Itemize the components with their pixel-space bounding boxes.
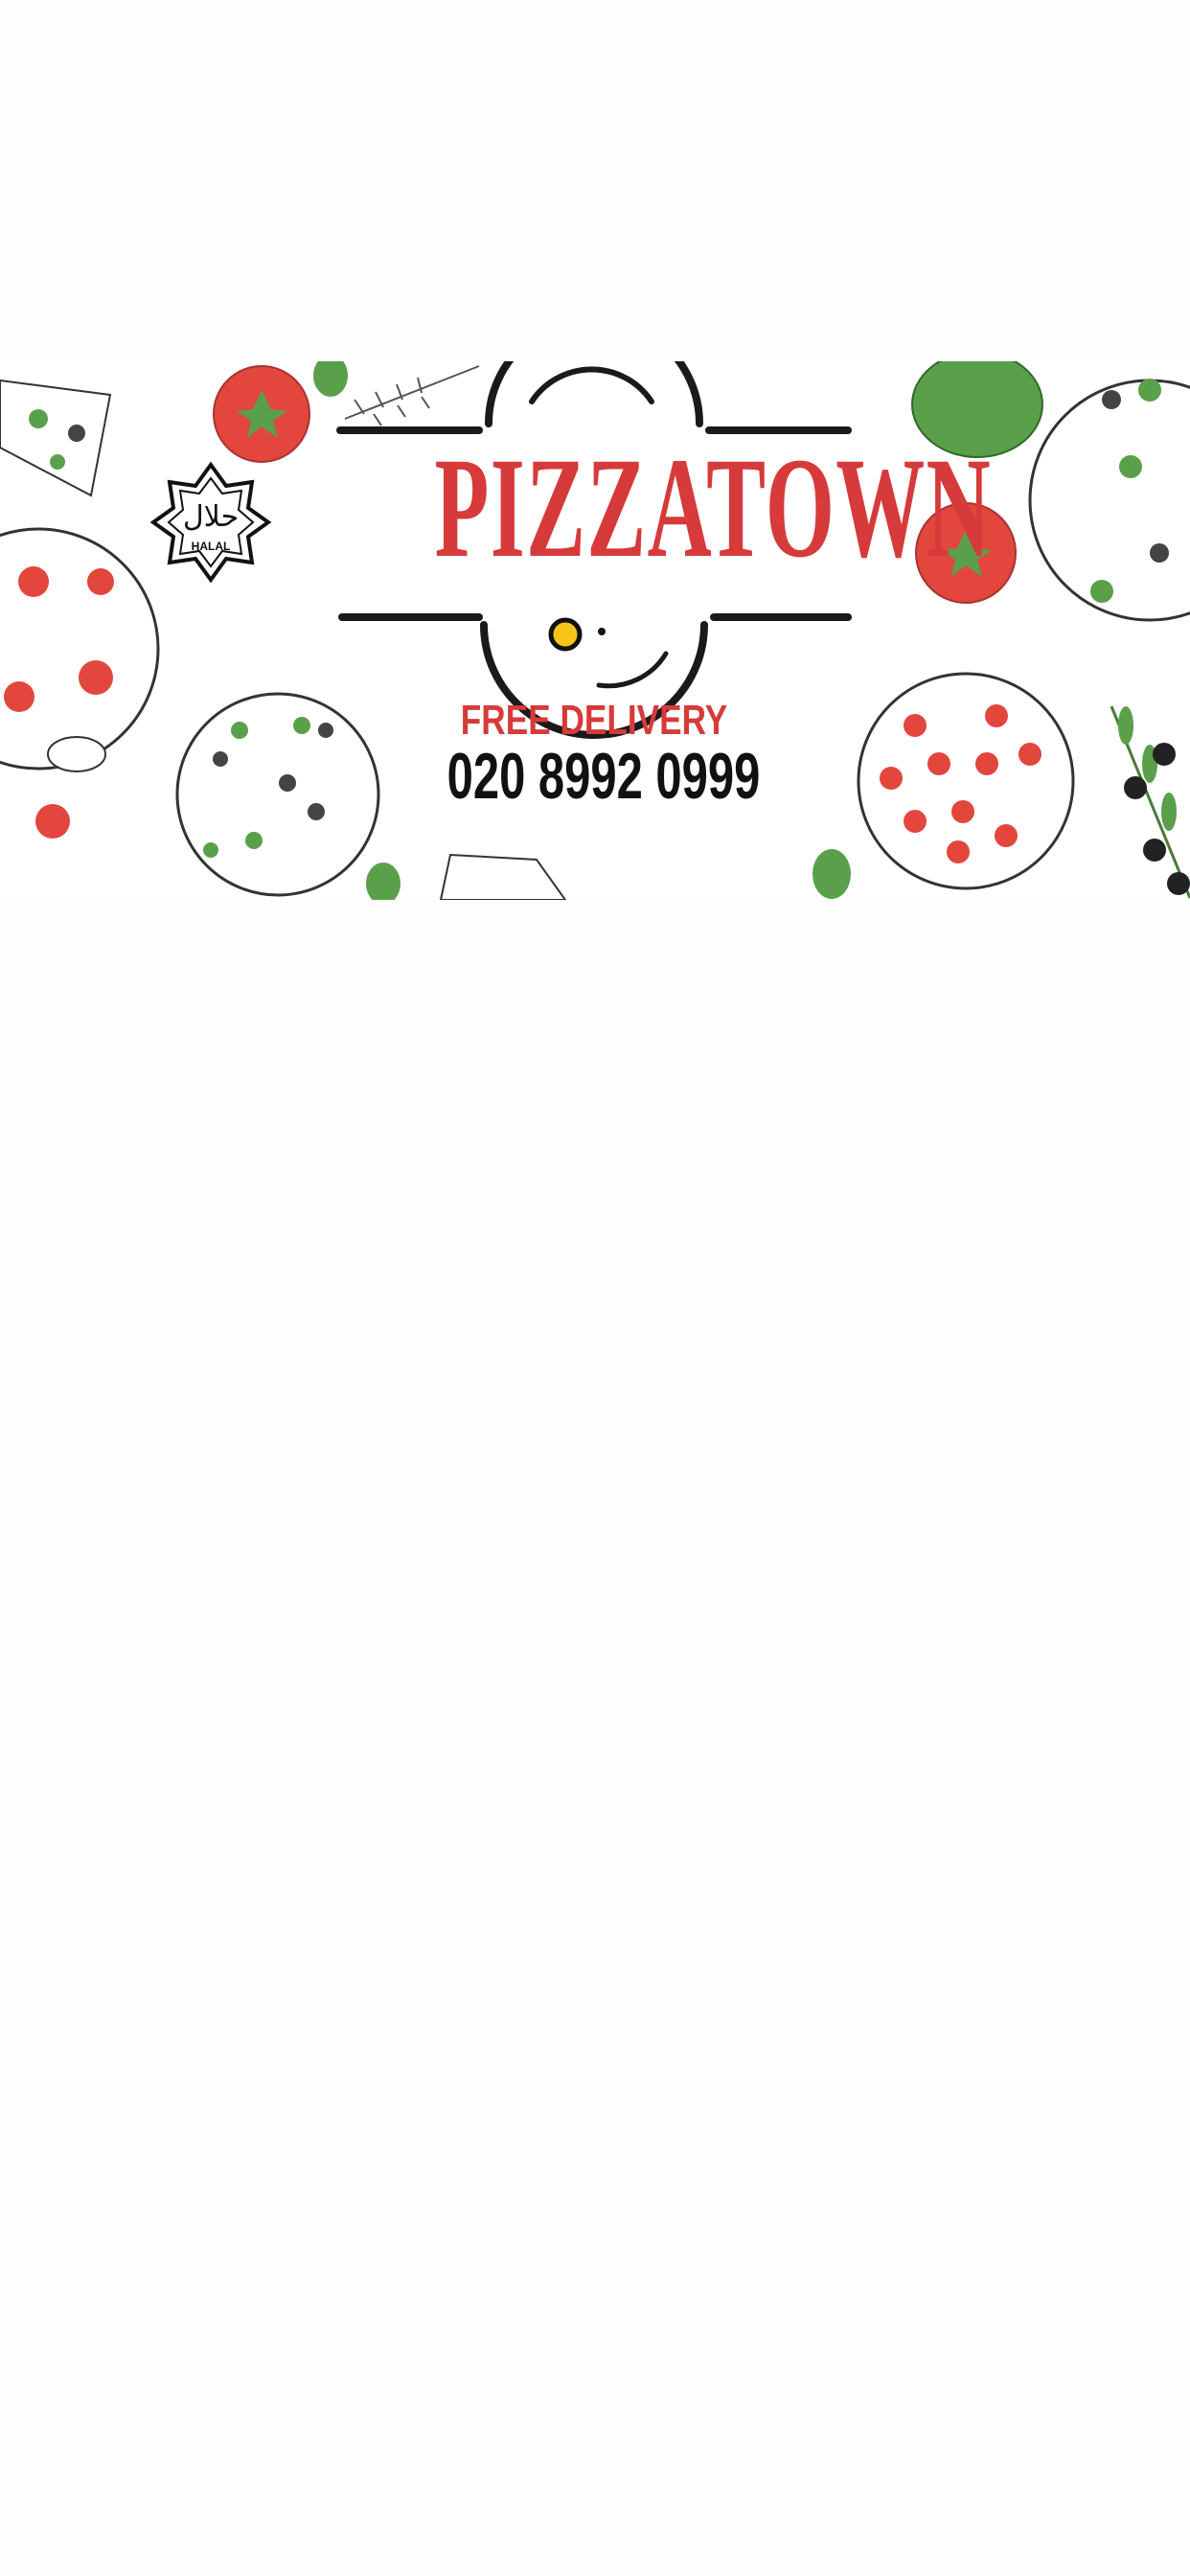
pizza-slice-illustration <box>0 379 112 497</box>
pizza-illustration-right <box>857 672 1075 890</box>
halal-badge-icon: حلال <box>149 461 272 584</box>
olive-branch-illustration <box>1110 705 1190 899</box>
rosemary-illustration <box>344 365 480 426</box>
restaurant-banner: حلال HALAL PIZZATOWN FREE DELIVERY 020 8… <box>0 361 1190 900</box>
phone-number[interactable]: 020 8992 0999 <box>445 743 762 810</box>
pizza-logo-icon <box>548 617 583 652</box>
pizza-illustration-center-left <box>175 692 380 897</box>
free-delivery-tagline: FREE DELIVERY <box>460 697 728 744</box>
svg-text:حلال: حلال <box>183 500 239 534</box>
pizza-illustration-right-top <box>1028 379 1190 622</box>
brand-name: PIZZATOWN <box>434 428 992 587</box>
tomato-illustration <box>213 361 348 463</box>
halal-label: HALAL <box>191 540 231 553</box>
pizza-illustration-left <box>0 527 160 839</box>
